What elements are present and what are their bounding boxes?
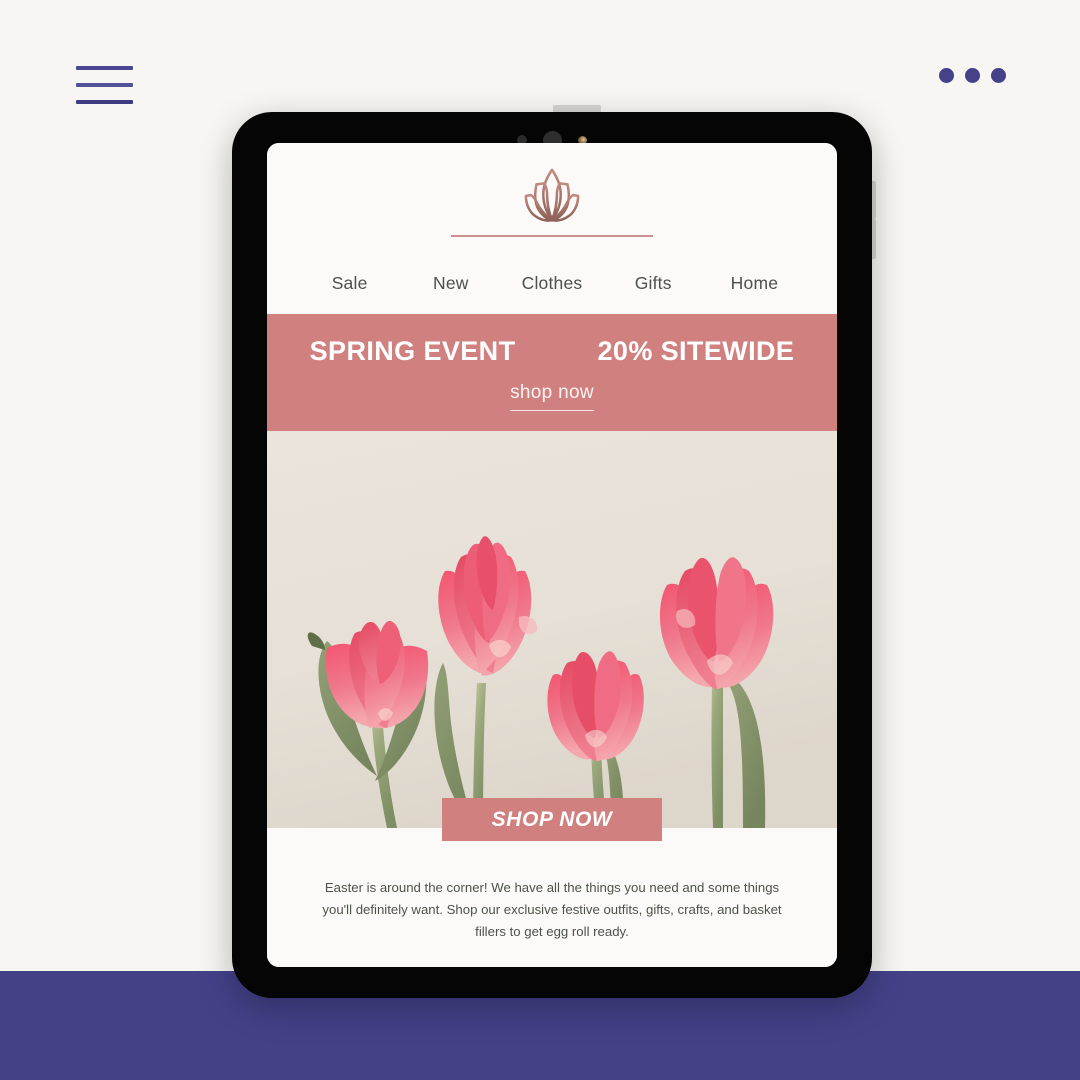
hamburger-bar (76, 100, 133, 104)
dot (965, 68, 980, 83)
tablet-device: Sale New Clothes Gifts Home SPRING EVENT… (232, 112, 872, 998)
body-copy-area: Easter is around the corner! We have all… (267, 828, 837, 967)
promo-headline-row: SPRING EVENT 20% SITEWIDE (267, 336, 837, 367)
more-options-dots-icon[interactable] (939, 68, 1006, 83)
promo-headline-left: SPRING EVENT (309, 336, 516, 366)
lotus-flower-logo (524, 168, 580, 222)
hamburger-bar (76, 83, 133, 87)
site-header (267, 143, 837, 259)
dot (939, 68, 954, 83)
main-navigation: Sale New Clothes Gifts Home (267, 259, 837, 314)
nav-item-gifts[interactable]: Gifts (603, 273, 704, 294)
hero-image-tulips (267, 431, 837, 828)
tablet-screen: Sale New Clothes Gifts Home SPRING EVENT… (267, 143, 837, 967)
nav-item-clothes[interactable]: Clothes (501, 273, 602, 294)
nav-item-sale[interactable]: Sale (299, 273, 400, 294)
promo-shop-now-link[interactable]: shop now (510, 382, 594, 411)
hamburger-bar (76, 66, 133, 70)
dot (991, 68, 1006, 83)
header-divider (451, 234, 653, 237)
hamburger-menu-icon[interactable] (76, 66, 133, 104)
tulip-illustration (267, 431, 837, 828)
page-root: Sale New Clothes Gifts Home SPRING EVENT… (0, 0, 1080, 1080)
shop-now-button[interactable]: SHOP NOW (442, 798, 662, 841)
promo-headline-right: 20% SITEWIDE (597, 336, 795, 366)
promo-description: Easter is around the corner! We have all… (322, 880, 782, 940)
nav-item-new[interactable]: New (400, 273, 501, 294)
nav-item-home[interactable]: Home (704, 273, 805, 294)
promo-banner: SPRING EVENT 20% SITEWIDE shop now (267, 314, 837, 431)
